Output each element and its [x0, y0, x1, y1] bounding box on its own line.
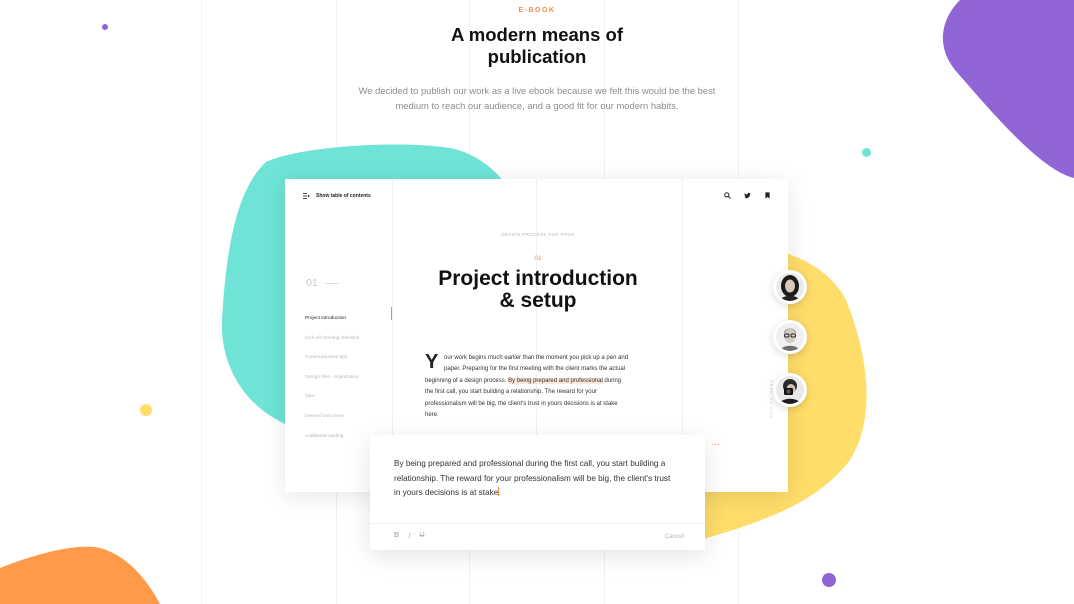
chapter-title-line: & setup: [499, 289, 577, 312]
twitter-icon[interactable]: [744, 192, 751, 199]
strikethrough-button[interactable]: U: [419, 532, 424, 540]
chapter-title-line: Project introduction: [438, 267, 638, 290]
title-line: A modern means of: [450, 24, 623, 45]
avatar[interactable]: [773, 373, 807, 407]
body-line: during: [602, 377, 622, 384]
note-text-area[interactable]: By being prepared and professional durin…: [394, 457, 689, 501]
show-toc-label: Show table of contents: [316, 193, 371, 199]
page-title: A modern means of publication: [387, 24, 687, 68]
toc-item[interactable]: Kick-off meeting checklist: [305, 329, 359, 349]
avatar-woman: [776, 273, 804, 301]
chapter-title: Project introduction & setup: [393, 268, 683, 312]
body-line: beginning of a design process.: [425, 377, 509, 384]
toc-item[interactable]: Design files - orginization: [305, 368, 359, 388]
toc-item[interactable]: Desired outcomes: [305, 407, 359, 427]
note-line: in yours decisions is at stake: [394, 488, 499, 497]
toc-active-marker: [391, 307, 392, 320]
avatar[interactable]: [773, 270, 807, 304]
show-toc-button[interactable]: Show table of contents: [303, 193, 371, 199]
body-line: our work begins much earlier than the mo…: [444, 355, 629, 361]
purple-dot: [102, 24, 108, 30]
chapter-number: 01: [534, 255, 542, 262]
avatar-photographer: [776, 376, 804, 404]
toc-chapter-number: 01: [306, 277, 339, 289]
toc-item[interactable]: Project introduction: [305, 309, 359, 329]
purple-dot: [822, 573, 836, 587]
toc-item[interactable]: Communication tips: [305, 348, 359, 368]
more-dots: ...: [710, 437, 720, 447]
italic-button[interactable]: I: [408, 532, 410, 540]
toc-list: Project introduction Kick-off meeting ch…: [305, 309, 359, 446]
avatar-man-glasses: [776, 323, 804, 351]
intro-line: We decided to publish our work as a live…: [358, 85, 716, 96]
title-line: publication: [487, 46, 587, 67]
body-line: the first call, you start building a rel…: [425, 389, 597, 396]
bookmark-icon[interactable]: [764, 192, 771, 199]
section-label: DESIGN PROCESS FOR PROS: [501, 232, 575, 237]
purple-blob: [942, 0, 1074, 178]
search-icon[interactable]: [724, 192, 731, 199]
yellow-dot: [140, 404, 152, 416]
reader-toolbar: [724, 192, 771, 199]
text-caret: [498, 487, 500, 496]
toc-icon: [303, 193, 310, 199]
avatar[interactable]: [773, 320, 807, 354]
body-line: professionalism will be big, the client'…: [425, 400, 618, 407]
intro-text: We decided to publish our work as a live…: [340, 84, 734, 113]
note-line: relationship. The reward for your profes…: [394, 473, 671, 483]
intro-line: medium to reach our audience, and a good…: [395, 99, 679, 111]
note-editor: By being prepared and professional durin…: [370, 435, 705, 550]
bold-button[interactable]: B: [394, 532, 399, 540]
highlighted-text[interactable]: By being prepared and professional: [508, 377, 603, 384]
toc-number-text: 01: [306, 277, 318, 289]
teal-dot: [862, 148, 871, 157]
cancel-button[interactable]: Cancel: [665, 533, 684, 540]
format-buttons: B I U: [394, 532, 424, 540]
body-line: here.: [425, 412, 439, 419]
orange-blob: [0, 546, 160, 604]
toc-number-dash: [324, 282, 339, 284]
chapter-body-text: our work begins much earlier than the mo…: [425, 353, 650, 421]
note-toolbar: B I U Cancel: [370, 523, 705, 550]
toc-item[interactable]: Q&A: [305, 387, 359, 407]
toc-item[interactable]: Additional reading: [305, 427, 359, 447]
eyebrow-label: E-BOOK: [518, 7, 556, 14]
body-line: paper. Preparing for the first meeting w…: [444, 366, 626, 373]
note-line: By being prepared and professional durin…: [394, 459, 666, 468]
